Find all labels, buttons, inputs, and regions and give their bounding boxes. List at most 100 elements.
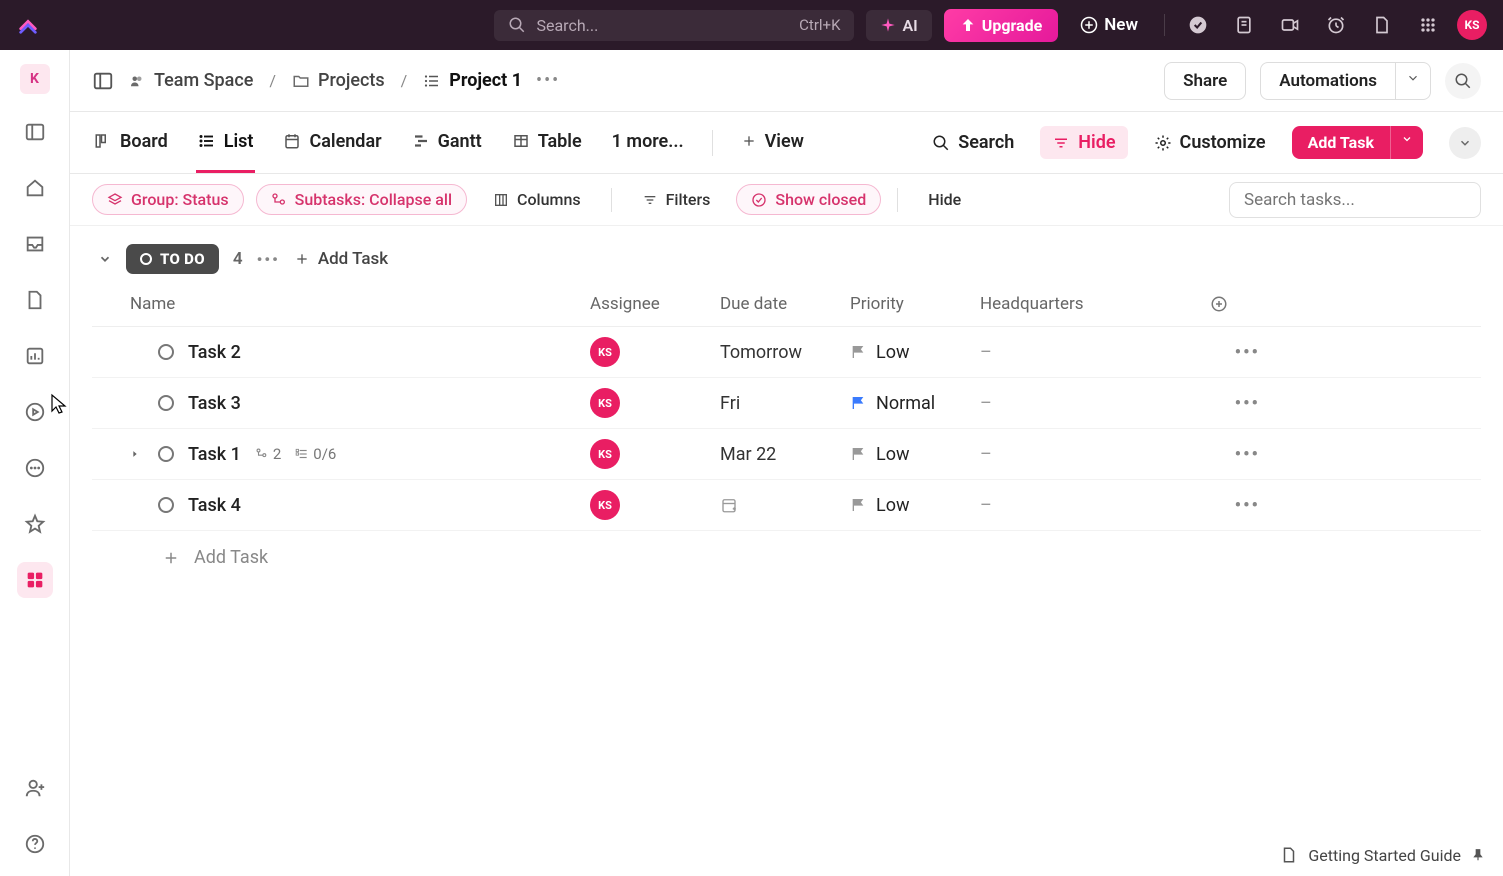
docs-rail-icon[interactable] xyxy=(17,282,53,318)
new-button[interactable]: New xyxy=(1070,9,1148,41)
notepad-icon[interactable] xyxy=(1227,8,1261,42)
due-date[interactable]: Mar 22 xyxy=(720,444,850,465)
assignee-avatar[interactable]: KS xyxy=(590,439,620,469)
group-add-task[interactable]: Add Task xyxy=(294,249,388,269)
add-task-row[interactable]: Add Task xyxy=(92,531,1481,568)
apps-icon[interactable] xyxy=(1411,8,1445,42)
status-chip[interactable]: TO DO xyxy=(126,244,219,274)
expand-toggle[interactable] xyxy=(130,449,144,459)
pane-toggle-icon[interactable] xyxy=(92,70,114,92)
table-row[interactable]: Task 1 2 0/6 KS Mar 22 xyxy=(92,429,1481,480)
task-name[interactable]: Task 1 xyxy=(188,444,241,465)
task-search-input[interactable] xyxy=(1229,182,1481,218)
add-column-button[interactable] xyxy=(1210,295,1260,313)
pin-icon[interactable] xyxy=(1471,847,1485,863)
global-search[interactable]: Search... Ctrl+K xyxy=(494,10,854,41)
group-menu[interactable]: ••• xyxy=(257,250,280,269)
automations-button[interactable]: Automations xyxy=(1260,62,1396,100)
due-date[interactable] xyxy=(720,496,850,514)
spaces-icon[interactable] xyxy=(17,562,53,598)
row-menu[interactable]: ••• xyxy=(1210,495,1260,516)
breadcrumb-space[interactable]: Team Space xyxy=(128,70,253,91)
upgrade-button[interactable]: Upgrade xyxy=(944,9,1059,42)
record-icon[interactable] xyxy=(1273,8,1307,42)
column-header-priority[interactable]: Priority xyxy=(850,294,980,314)
inbox-icon[interactable] xyxy=(17,226,53,262)
status-circle-icon[interactable] xyxy=(158,395,174,411)
hq-cell[interactable]: – xyxy=(980,393,1210,414)
filter-hide-button[interactable]: Hide xyxy=(914,185,975,214)
columns-pill[interactable]: Columns xyxy=(479,185,595,214)
add-task-button[interactable]: Add Task xyxy=(1292,126,1390,159)
view-search-button[interactable]: Search xyxy=(932,132,1014,153)
column-header-hq[interactable]: Headquarters xyxy=(980,294,1210,314)
breadcrumb-list[interactable]: Project 1 xyxy=(423,70,522,91)
add-view-button[interactable]: View xyxy=(739,113,806,173)
priority-cell[interactable]: Low xyxy=(850,495,980,516)
table-row[interactable]: Task 3 KS Fri Normal – ••• xyxy=(92,378,1481,429)
status-circle-icon[interactable] xyxy=(158,344,174,360)
sidebar-toggle-icon[interactable] xyxy=(17,114,53,150)
task-name[interactable]: Task 2 xyxy=(188,342,241,363)
group-pill[interactable]: Group: Status xyxy=(92,184,244,215)
table-row[interactable]: Task 4 KS Low – ••• xyxy=(92,480,1481,531)
show-closed-pill[interactable]: Show closed xyxy=(736,184,881,215)
assignee-avatar[interactable]: KS xyxy=(590,337,620,367)
ai-button[interactable]: AI xyxy=(866,10,931,41)
hq-cell[interactable]: – xyxy=(980,342,1210,363)
more-rail-icon[interactable] xyxy=(17,450,53,486)
task-name[interactable]: Task 4 xyxy=(188,495,241,516)
checklist-count[interactable]: 0/6 xyxy=(295,445,336,463)
home-icon[interactable] xyxy=(17,170,53,206)
task-tray-icon[interactable] xyxy=(1181,8,1215,42)
breadcrumb-folder[interactable]: Projects xyxy=(292,70,385,91)
row-menu[interactable]: ••• xyxy=(1210,444,1260,465)
priority-cell[interactable]: Normal xyxy=(850,393,980,414)
assignee-avatar[interactable]: KS xyxy=(590,490,620,520)
user-avatar[interactable]: KS xyxy=(1457,10,1487,40)
clips-icon[interactable] xyxy=(17,394,53,430)
view-tab-gantt[interactable]: Gantt xyxy=(410,113,484,173)
row-menu[interactable]: ••• xyxy=(1210,393,1260,414)
row-menu[interactable]: ••• xyxy=(1210,342,1260,363)
reminder-icon[interactable] xyxy=(1319,8,1353,42)
hide-button[interactable]: Hide xyxy=(1040,126,1127,159)
table-row[interactable]: Task 2 KS Tomorrow Low – ••• xyxy=(92,327,1481,378)
group-collapse-toggle[interactable] xyxy=(98,252,112,266)
status-circle-icon[interactable] xyxy=(158,497,174,513)
view-tab-table[interactable]: Table xyxy=(510,113,584,173)
collapse-views-button[interactable] xyxy=(1449,127,1481,159)
filters-pill[interactable]: Filters xyxy=(628,185,725,214)
share-button[interactable]: Share xyxy=(1164,62,1246,100)
subtasks-pill[interactable]: Subtasks: Collapse all xyxy=(256,184,467,215)
status-circle-icon[interactable] xyxy=(158,446,174,462)
subtask-count[interactable]: 2 xyxy=(255,445,281,463)
priority-cell[interactable]: Low xyxy=(850,342,980,363)
automations-dropdown[interactable] xyxy=(1396,62,1431,100)
customize-button[interactable]: Customize xyxy=(1154,132,1266,153)
hq-cell[interactable]: – xyxy=(980,495,1210,516)
hq-cell[interactable]: – xyxy=(980,444,1210,465)
task-name[interactable]: Task 3 xyxy=(188,393,241,414)
column-header-assignee[interactable]: Assignee xyxy=(590,294,720,314)
view-tab-board[interactable]: Board xyxy=(92,113,170,173)
header-search-icon[interactable] xyxy=(1445,63,1481,99)
column-header-name[interactable]: Name xyxy=(130,294,590,314)
app-logo[interactable] xyxy=(16,13,40,37)
workspace-avatar[interactable]: K xyxy=(20,64,50,94)
favorites-icon[interactable] xyxy=(17,506,53,542)
help-icon[interactable] xyxy=(17,826,53,862)
due-date[interactable]: Fri xyxy=(720,393,850,414)
view-tab-list[interactable]: List xyxy=(196,113,256,173)
view-tab-more[interactable]: 1 more... xyxy=(610,113,686,173)
priority-cell[interactable]: Low xyxy=(850,444,980,465)
add-task-dropdown[interactable] xyxy=(1390,126,1423,159)
getting-started-link[interactable]: Getting Started Guide xyxy=(1308,846,1461,865)
column-header-due[interactable]: Due date xyxy=(720,294,850,314)
due-date[interactable]: Tomorrow xyxy=(720,342,850,363)
assignee-avatar[interactable]: KS xyxy=(590,388,620,418)
docs-icon[interactable] xyxy=(1365,8,1399,42)
invite-icon[interactable] xyxy=(17,770,53,806)
breadcrumb-menu[interactable]: ••• xyxy=(536,70,560,91)
view-tab-calendar[interactable]: Calendar xyxy=(281,113,383,173)
